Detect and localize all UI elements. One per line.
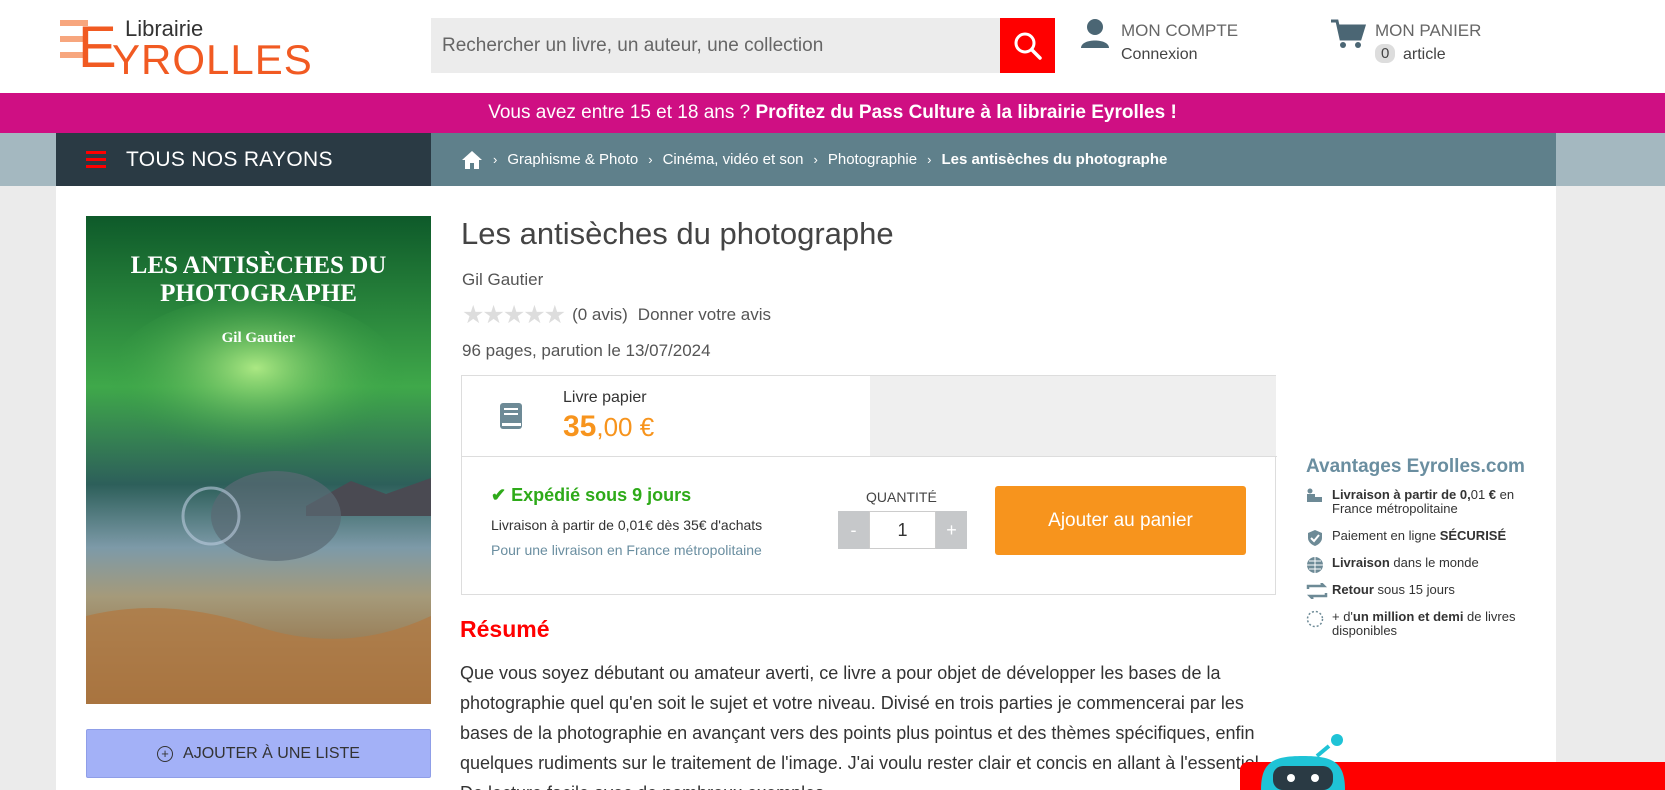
cover-author: Gil Gautier [221, 330, 296, 346]
star-rating-icon: ★★★★★ [462, 301, 566, 329]
rating: ★★★★★ (0 avis) Donner votre avis [462, 300, 771, 330]
price-int: 35 [563, 410, 597, 443]
adv5-bold: un million et demi [1352, 609, 1464, 624]
promo-text: Vous avez entre 15 et 18 ans ? [488, 102, 756, 123]
adv2-bold: SÉCURISÉ [1439, 528, 1507, 543]
account-title: MON COMPTE [1121, 21, 1239, 40]
shipping-status: ✔ Expédié sous 9 jours [491, 485, 691, 506]
user-icon [1081, 19, 1109, 48]
breadcrumb: › Graphisme & Photo › Cinéma, vidéo et s… [431, 133, 1556, 186]
chevron-right-icon: › [813, 152, 818, 167]
price: 35,00 € [563, 410, 654, 444]
adv1-num: 01 [1470, 487, 1486, 502]
quantity-minus-button[interactable]: - [838, 511, 869, 549]
product-author[interactable]: Gil Gautier [462, 270, 543, 290]
eyrolles-logo[interactable]: Librairie E YROLLES [60, 14, 312, 83]
book-cover-image[interactable]: LES ANTISÈCHES DU PHOTOGRAPHE Gil Gautie… [86, 216, 431, 704]
add-to-list-button[interactable]: + AJOUTER À UNE LISTE [86, 729, 431, 778]
product-page: LES ANTISÈCHES DU PHOTOGRAPHE Gil Gautie… [56, 186, 1556, 790]
plus-circle-icon: + [157, 745, 174, 762]
breadcrumb-item[interactable]: Cinéma, vidéo et son [663, 151, 804, 168]
breadcrumb-current: Les antisèches du photographe [941, 151, 1168, 168]
give-review-link[interactable]: Donner votre avis [638, 305, 771, 325]
delivery-icon [1307, 488, 1322, 502]
price-dec: ,00 € [596, 412, 655, 442]
cart-icon [1331, 19, 1366, 48]
advantage-delivery: Livraison à partir de 0,01 € en France m… [1306, 488, 1546, 516]
search-bar [431, 18, 1055, 73]
adv1-bold2: € [1485, 487, 1497, 502]
quantity-stepper: - 1 + [838, 511, 967, 549]
shipping-text: Expédié sous 9 jours [511, 485, 692, 505]
chatbot-icon[interactable] [1253, 732, 1353, 790]
nav-bar: TOUS NOS RAYONS › Graphisme & Photo › Ci… [0, 133, 1665, 186]
cart-sub: article [1403, 46, 1446, 63]
adv4-bold: Retour [1332, 582, 1374, 597]
pass-culture-banner[interactable]: Vous avez entre 15 et 18 ans ? Profitez … [0, 93, 1665, 133]
shipping-info: Livraison à partir de 0,01€ dès 35€ d'ac… [491, 517, 763, 533]
advantages-title: Avantages Eyrolles.com [1306, 456, 1525, 477]
resume-heading: Résumé [460, 616, 550, 642]
spinner-icon [1306, 610, 1324, 628]
rayons-label: TOUS NOS RAYONS [126, 147, 333, 171]
logo-e: E [78, 15, 118, 80]
add-to-cart-button[interactable]: Ajouter au panier [995, 486, 1246, 555]
cart-count-badge: 0 [1375, 44, 1396, 63]
product-details: 96 pages, parution le 13/07/2024 [462, 341, 711, 360]
format-paper[interactable]: Livre papier 35,00 € [462, 376, 870, 456]
shield-icon [1308, 530, 1322, 546]
adv4-rest: sous 15 jours [1373, 582, 1455, 597]
format-empty-slot [870, 376, 1276, 456]
breadcrumb-item[interactable]: Graphisme & Photo [507, 151, 638, 168]
breadcrumb-item[interactable]: Photographie [828, 151, 917, 168]
globe-icon [1307, 557, 1323, 573]
quantity-input[interactable]: 1 [869, 511, 936, 549]
adv5-pre: + d' [1332, 609, 1353, 624]
adv2-pre: Paiement en ligne [1332, 528, 1440, 543]
logo-rest: YROLLES [112, 36, 313, 83]
advantage-catalog: + d'un million et demi de livres disponi… [1306, 610, 1546, 638]
resume-text: Que vous soyez débutant ou amateur avert… [460, 663, 1264, 790]
home-icon[interactable] [461, 150, 483, 170]
adv1-bold: Livraison à partir de 0, [1332, 487, 1471, 502]
book-icon [500, 403, 522, 429]
adv3-bold: Livraison [1332, 555, 1390, 570]
shipping-note[interactable]: Pour une livraison en France métropolita… [491, 542, 762, 558]
cover-title-line1: LES ANTISÈCHES DU [130, 252, 387, 279]
offer-box: Livre papier 35,00 € ✔ Expédié sous 9 jo… [461, 375, 1277, 595]
product-title: Les antisèches du photographe [461, 216, 894, 251]
cart-title: MON PANIER [1375, 21, 1482, 40]
logo-eyrolles: E YROLLES [78, 15, 313, 84]
return-icon [1306, 583, 1328, 599]
quantity-plus-button[interactable]: + [936, 511, 967, 549]
adv3-rest: dans le monde [1389, 555, 1479, 570]
cover-title: LES ANTISÈCHES DU PHOTOGRAPHE [86, 252, 431, 308]
search-icon [1014, 32, 1042, 60]
advantages-panel: Avantages Eyrolles.com Livraison à parti… [1306, 456, 1546, 651]
advantage-payment: Paiement en ligne SÉCURISÉ [1306, 528, 1546, 546]
menu-icon [86, 147, 106, 172]
check-icon: ✔ [491, 485, 512, 505]
promo-bold: Profitez du Pass Culture à la librairie … [755, 102, 1177, 123]
search-button[interactable] [1000, 18, 1055, 73]
all-categories-button[interactable]: TOUS NOS RAYONS [56, 133, 431, 186]
login-link[interactable]: Connexion [1121, 46, 1198, 64]
chevron-right-icon: › [927, 152, 932, 167]
format-name: Livre papier [563, 389, 647, 406]
chevron-right-icon: › [493, 152, 498, 167]
advantage-return: Retour sous 15 jours [1306, 582, 1546, 599]
review-count: (0 avis) [572, 305, 628, 324]
site-header: Librairie EYROLLES MON COMPTE Connexion … [0, 0, 1665, 93]
chevron-right-icon: › [648, 152, 653, 167]
divider [462, 456, 1277, 457]
quantity-label: QUANTITÉ [866, 489, 937, 505]
advantage-world: Livraison dans le monde [1306, 555, 1546, 573]
add-to-list-label: AJOUTER À UNE LISTE [183, 744, 360, 762]
cover-title-line2: PHOTOGRAPHE [160, 280, 357, 307]
search-input[interactable] [431, 18, 1001, 73]
